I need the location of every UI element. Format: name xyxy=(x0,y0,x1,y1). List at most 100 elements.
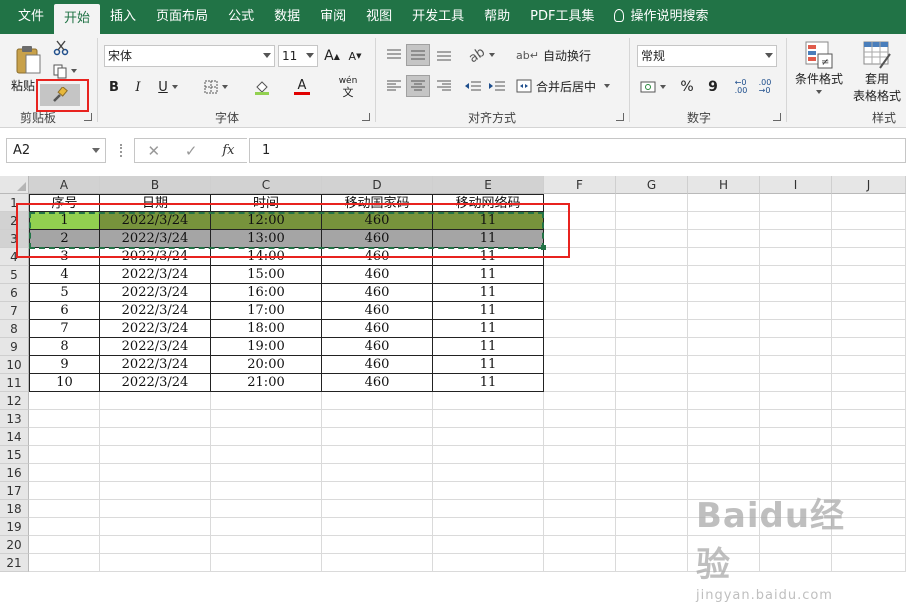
row-header-19[interactable]: 19 xyxy=(0,518,29,536)
cell-G13[interactable] xyxy=(616,410,688,428)
cell-A18[interactable] xyxy=(29,500,100,518)
cell-E9[interactable]: 11 xyxy=(433,338,544,356)
cell-A15[interactable] xyxy=(29,446,100,464)
cell-B14[interactable] xyxy=(100,428,211,446)
cell-I8[interactable] xyxy=(760,320,832,338)
cell-J5[interactable] xyxy=(832,266,906,284)
cell-E14[interactable] xyxy=(433,428,544,446)
cell-D18[interactable] xyxy=(322,500,433,518)
cell-F15[interactable] xyxy=(544,446,616,464)
cell-F6[interactable] xyxy=(544,284,616,302)
tab-file[interactable]: 文件 xyxy=(8,0,54,34)
cell-I6[interactable] xyxy=(760,284,832,302)
cell-C7[interactable]: 17:00 xyxy=(211,302,322,320)
cell-G4[interactable] xyxy=(616,248,688,266)
cell-D21[interactable] xyxy=(322,554,433,572)
tab-review[interactable]: 审阅 xyxy=(310,0,356,34)
cell-D9[interactable]: 460 xyxy=(322,338,433,356)
cell-D15[interactable] xyxy=(322,446,433,464)
cell-I9[interactable] xyxy=(760,338,832,356)
align-left-button[interactable] xyxy=(382,75,406,97)
cell-I13[interactable] xyxy=(760,410,832,428)
formula-input[interactable]: 1 xyxy=(249,138,906,163)
align-bottom-button[interactable] xyxy=(432,44,456,66)
align-top-button[interactable] xyxy=(382,44,406,66)
cell-E20[interactable] xyxy=(433,536,544,554)
cancel-icon[interactable]: ✕ xyxy=(147,142,160,160)
row-header-8[interactable]: 8 xyxy=(0,320,29,338)
column-header-B[interactable]: B xyxy=(100,176,211,194)
row-header-12[interactable]: 12 xyxy=(0,392,29,410)
cell-E16[interactable] xyxy=(433,464,544,482)
cell-H5[interactable] xyxy=(688,266,760,284)
cell-E11[interactable]: 11 xyxy=(433,374,544,392)
cell-F17[interactable] xyxy=(544,482,616,500)
grow-font-button[interactable]: A ▲ xyxy=(322,45,342,67)
cell-C15[interactable] xyxy=(211,446,322,464)
cell-D17[interactable] xyxy=(322,482,433,500)
cell-I2[interactable] xyxy=(760,212,832,230)
increase-decimal-button[interactable]: ←0.00 xyxy=(730,76,752,98)
cell-A21[interactable] xyxy=(29,554,100,572)
cell-A10[interactable]: 9 xyxy=(29,356,100,374)
cell-C5[interactable]: 15:00 xyxy=(211,266,322,284)
number-format-select[interactable]: 常规 xyxy=(637,45,777,67)
cell-A16[interactable] xyxy=(29,464,100,482)
tab-insert[interactable]: 插入 xyxy=(100,0,146,34)
comma-style-button[interactable]: 9 xyxy=(702,76,724,98)
cell-B17[interactable] xyxy=(100,482,211,500)
cell-B21[interactable] xyxy=(100,554,211,572)
row-header-13[interactable]: 13 xyxy=(0,410,29,428)
cell-J15[interactable] xyxy=(832,446,906,464)
cell-B5[interactable]: 2022/3/24 xyxy=(100,266,211,284)
format-as-table-button[interactable]: 套用 表格格式 xyxy=(848,40,906,106)
cell-H15[interactable] xyxy=(688,446,760,464)
cell-G9[interactable] xyxy=(616,338,688,356)
cell-G3[interactable] xyxy=(616,230,688,248)
column-header-I[interactable]: I xyxy=(760,176,832,194)
cell-I4[interactable] xyxy=(760,248,832,266)
cell-G20[interactable] xyxy=(616,536,688,554)
cell-C20[interactable] xyxy=(211,536,322,554)
column-header-E[interactable]: E xyxy=(433,176,544,194)
cell-B8[interactable]: 2022/3/24 xyxy=(100,320,211,338)
cell-C8[interactable]: 18:00 xyxy=(211,320,322,338)
cell-E6[interactable]: 11 xyxy=(433,284,544,302)
cell-F9[interactable] xyxy=(544,338,616,356)
cell-H1[interactable] xyxy=(688,194,760,212)
merge-center-button[interactable]: 合并后居中 xyxy=(516,75,620,97)
cell-I14[interactable] xyxy=(760,428,832,446)
cell-D19[interactable] xyxy=(322,518,433,536)
cell-J16[interactable] xyxy=(832,464,906,482)
cell-H6[interactable] xyxy=(688,284,760,302)
column-header-H[interactable]: H xyxy=(688,176,760,194)
cell-I3[interactable] xyxy=(760,230,832,248)
cell-E7[interactable]: 11 xyxy=(433,302,544,320)
cell-J12[interactable] xyxy=(832,392,906,410)
row-header-16[interactable]: 16 xyxy=(0,464,29,482)
cell-E15[interactable] xyxy=(433,446,544,464)
font-size-select[interactable]: 11 xyxy=(278,45,318,67)
cell-A20[interactable] xyxy=(29,536,100,554)
row-header-10[interactable]: 10 xyxy=(0,356,29,374)
cell-H11[interactable] xyxy=(688,374,760,392)
cell-G7[interactable] xyxy=(616,302,688,320)
cell-G5[interactable] xyxy=(616,266,688,284)
row-header-6[interactable]: 6 xyxy=(0,284,29,302)
cell-B18[interactable] xyxy=(100,500,211,518)
cell-B19[interactable] xyxy=(100,518,211,536)
cell-F13[interactable] xyxy=(544,410,616,428)
cell-D16[interactable] xyxy=(322,464,433,482)
cell-E5[interactable]: 11 xyxy=(433,266,544,284)
row-header-9[interactable]: 9 xyxy=(0,338,29,356)
cell-C19[interactable] xyxy=(211,518,322,536)
cell-G14[interactable] xyxy=(616,428,688,446)
cell-J7[interactable] xyxy=(832,302,906,320)
enter-check-icon[interactable]: ✓ xyxy=(185,142,198,160)
borders-button[interactable] xyxy=(198,76,234,98)
cell-H13[interactable] xyxy=(688,410,760,428)
cell-H16[interactable] xyxy=(688,464,760,482)
cell-D14[interactable] xyxy=(322,428,433,446)
cell-E21[interactable] xyxy=(433,554,544,572)
cell-B9[interactable]: 2022/3/24 xyxy=(100,338,211,356)
